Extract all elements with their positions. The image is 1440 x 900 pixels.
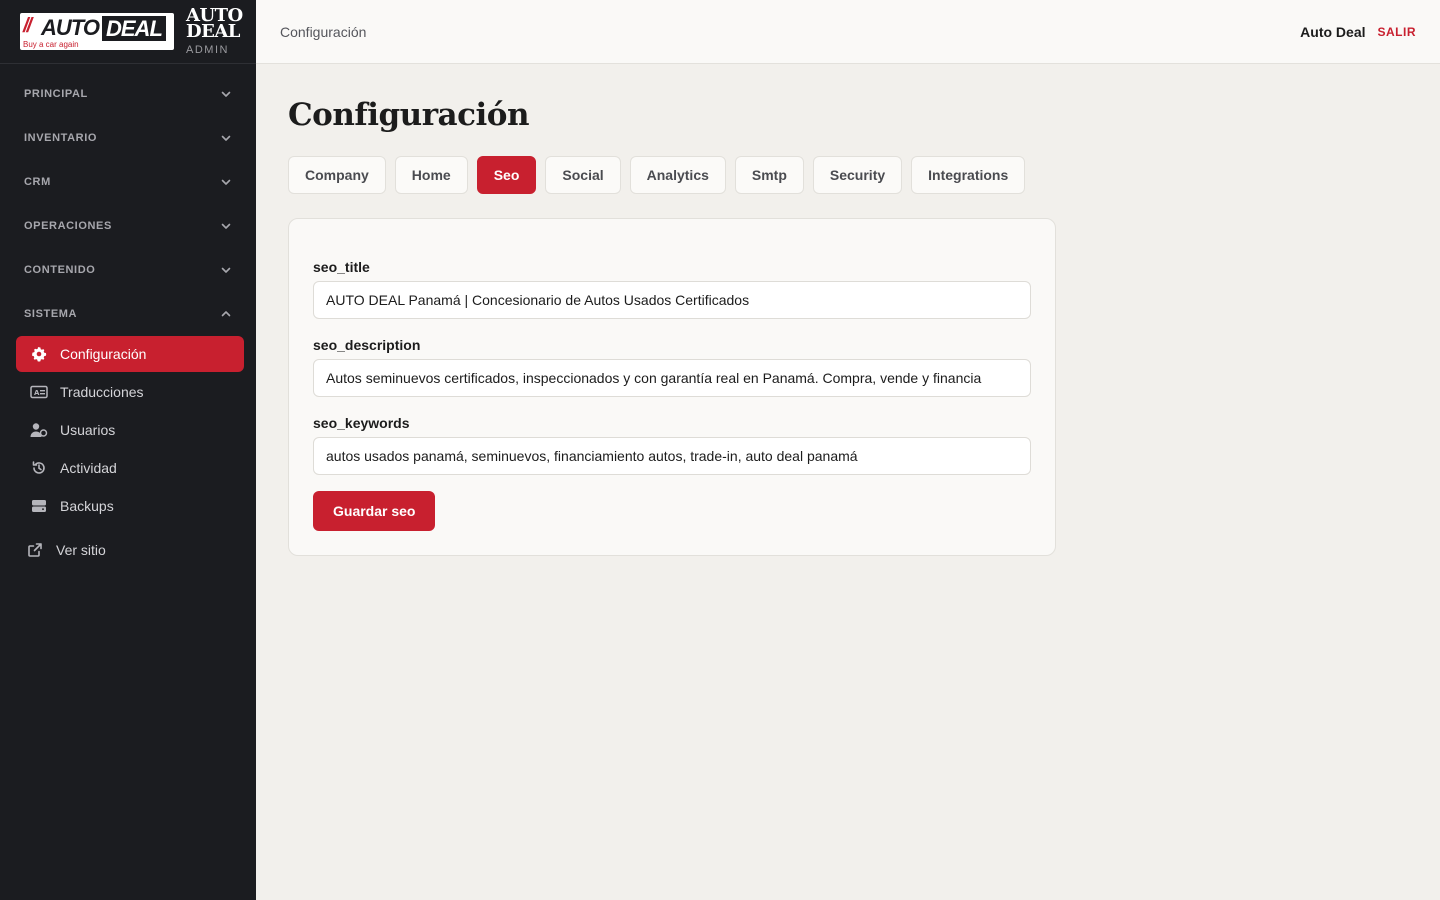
seo-keywords-field-group: seo_keywords xyxy=(313,415,1031,475)
nav-section-label: PRINCIPAL xyxy=(24,88,88,100)
sidebar-item-label: Backups xyxy=(60,498,114,514)
logout-button[interactable]: SALIR xyxy=(1378,25,1417,39)
sidebar-item-label: Ver sitio xyxy=(56,542,106,558)
nav-section-principal[interactable]: PRINCIPAL xyxy=(0,72,256,116)
page-title: Configuración xyxy=(288,97,530,133)
database-icon xyxy=(30,497,48,515)
sidebar-item-label: Usuarios xyxy=(60,422,116,438)
main-content: Configuración Company Home Seo Social An… xyxy=(288,64,1408,556)
nav-section-label: CRM xyxy=(24,176,51,188)
brand-subtitle: ADMIN xyxy=(186,43,229,56)
sidebar-item-actividad[interactable]: Actividad xyxy=(16,450,244,486)
chevron-down-icon xyxy=(221,135,231,141)
tab-security[interactable]: Security xyxy=(812,156,903,194)
sidebar-item-label: Configuración xyxy=(60,346,147,362)
nav-section-label: INVENTARIO xyxy=(24,132,98,144)
external-link-icon xyxy=(26,541,44,559)
seo-description-input[interactable] xyxy=(313,359,1031,397)
seo-description-label: seo_description xyxy=(313,337,421,353)
current-user-name: Auto Deal xyxy=(1300,23,1366,40)
chevron-down-icon xyxy=(221,179,231,185)
sidebar-item-ver-sitio[interactable]: Ver sitio xyxy=(16,532,244,568)
tab-home[interactable]: Home xyxy=(394,156,468,194)
auto-deal-logo: // AUTO DEAL Buy a car again xyxy=(20,13,174,50)
topbar: Configuración Auto Deal SALIR xyxy=(256,0,1440,64)
sidebar-item-label: Actividad xyxy=(60,460,117,476)
sidebar-item-traducciones[interactable]: A Traducciones xyxy=(16,374,244,410)
seo-keywords-input[interactable] xyxy=(313,437,1031,475)
tab-social[interactable]: Social xyxy=(545,156,621,194)
nav-section-crm[interactable]: CRM xyxy=(0,160,256,204)
save-seo-button[interactable]: Guardar seo xyxy=(313,491,436,531)
sidebar: // AUTO DEAL Buy a car again AUTO DEAL A… xyxy=(0,0,256,900)
nav-section-sistema[interactable]: SISTEMA xyxy=(0,292,256,336)
tab-integrations[interactable]: Integrations xyxy=(911,156,1026,194)
nav-section-label: SISTEMA xyxy=(24,308,78,320)
seo-description-field-group: seo_description xyxy=(313,337,1031,397)
chevron-up-icon xyxy=(221,311,231,317)
nav-section-label: OPERACIONES xyxy=(24,220,112,232)
tab-company[interactable]: Company xyxy=(288,156,386,194)
sidebar-item-backups[interactable]: Backups xyxy=(16,488,244,524)
logo-slashes: // xyxy=(23,15,32,37)
nav-section-contenido[interactable]: CONTENIDO xyxy=(0,248,256,292)
brand[interactable]: // AUTO DEAL Buy a car again AUTO DEAL A… xyxy=(0,0,256,64)
seo-title-label: seo_title xyxy=(313,259,370,275)
svg-text:A: A xyxy=(34,389,40,397)
gear-icon xyxy=(30,345,48,363)
translate-icon: A xyxy=(30,383,48,401)
brand-name-line2: DEAL xyxy=(186,20,240,42)
tab-smtp[interactable]: Smtp xyxy=(734,156,804,194)
logo-deal: DEAL xyxy=(102,16,166,41)
chevron-down-icon xyxy=(221,223,231,229)
chevron-down-icon xyxy=(221,267,231,273)
users-icon xyxy=(30,421,48,439)
seo-title-field-group: seo_title xyxy=(313,259,1031,319)
breadcrumb: Configuración xyxy=(280,23,367,40)
sidebar-item-label: Traducciones xyxy=(60,384,144,400)
settings-tabs: Company Home Seo Social Analytics Smtp S… xyxy=(288,156,1408,194)
logo-auto: AUTO xyxy=(41,15,100,40)
seo-keywords-label: seo_keywords xyxy=(313,415,410,431)
sidebar-item-usuarios[interactable]: Usuarios xyxy=(16,412,244,448)
history-icon xyxy=(30,459,48,477)
nav-section-label: CONTENIDO xyxy=(24,264,96,276)
topbar-user-area: Auto Deal SALIR xyxy=(1300,24,1416,40)
seo-title-input[interactable] xyxy=(313,281,1031,319)
logo-tagline: Buy a car again xyxy=(23,40,79,49)
nav-section-inventario[interactable]: INVENTARIO xyxy=(0,116,256,160)
tab-seo[interactable]: Seo xyxy=(476,156,537,194)
chevron-down-icon xyxy=(221,91,231,97)
sidebar-item-configuracion[interactable]: Configuración xyxy=(16,336,244,372)
seo-settings-card: seo_title seo_description seo_keywords G… xyxy=(288,218,1056,556)
tab-analytics[interactable]: Analytics xyxy=(629,156,726,194)
brand-text: AUTO DEAL ADMIN xyxy=(186,6,243,56)
nav-section-operaciones[interactable]: OPERACIONES xyxy=(0,204,256,248)
